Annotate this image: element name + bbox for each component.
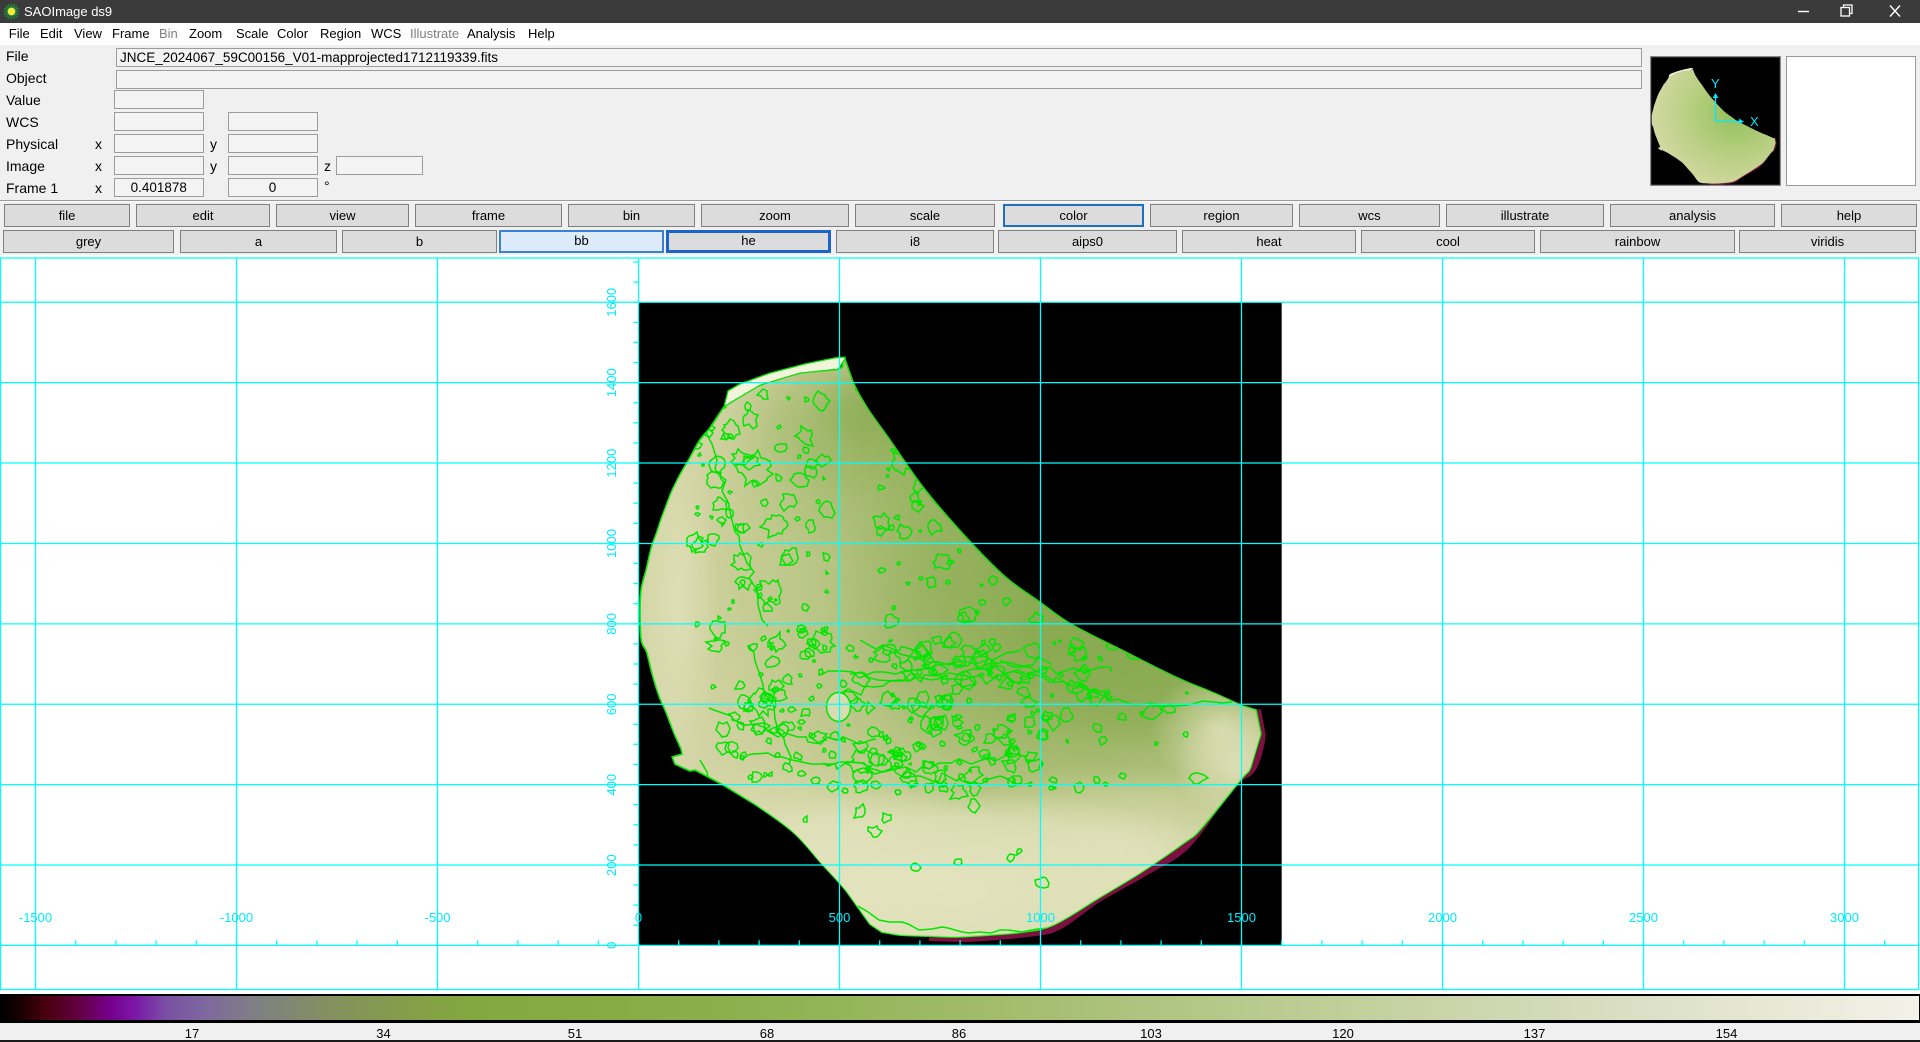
svg-text:500: 500	[829, 910, 851, 925]
svg-text:1000: 1000	[1026, 910, 1055, 925]
svg-text:X: X	[1750, 114, 1759, 129]
svg-text:2500: 2500	[1629, 910, 1658, 925]
svg-text:1200: 1200	[604, 449, 619, 478]
svg-text:Y: Y	[1711, 76, 1720, 91]
svg-text:1400: 1400	[604, 368, 619, 397]
svg-text:0: 0	[635, 910, 642, 925]
svg-text:400: 400	[604, 774, 619, 796]
svg-text:800: 800	[604, 613, 619, 635]
svg-text:1600: 1600	[604, 288, 619, 317]
svg-text:3000: 3000	[1830, 910, 1859, 925]
svg-text:-1500: -1500	[19, 910, 52, 925]
svg-text:-1000: -1000	[220, 910, 253, 925]
svg-text:1500: 1500	[1227, 910, 1256, 925]
svg-text:1000: 1000	[604, 529, 619, 558]
svg-text:2000: 2000	[1428, 910, 1457, 925]
svg-text:200: 200	[604, 854, 619, 876]
svg-text:-500: -500	[424, 910, 450, 925]
svg-text:600: 600	[604, 693, 619, 715]
svg-text:0: 0	[604, 942, 619, 949]
